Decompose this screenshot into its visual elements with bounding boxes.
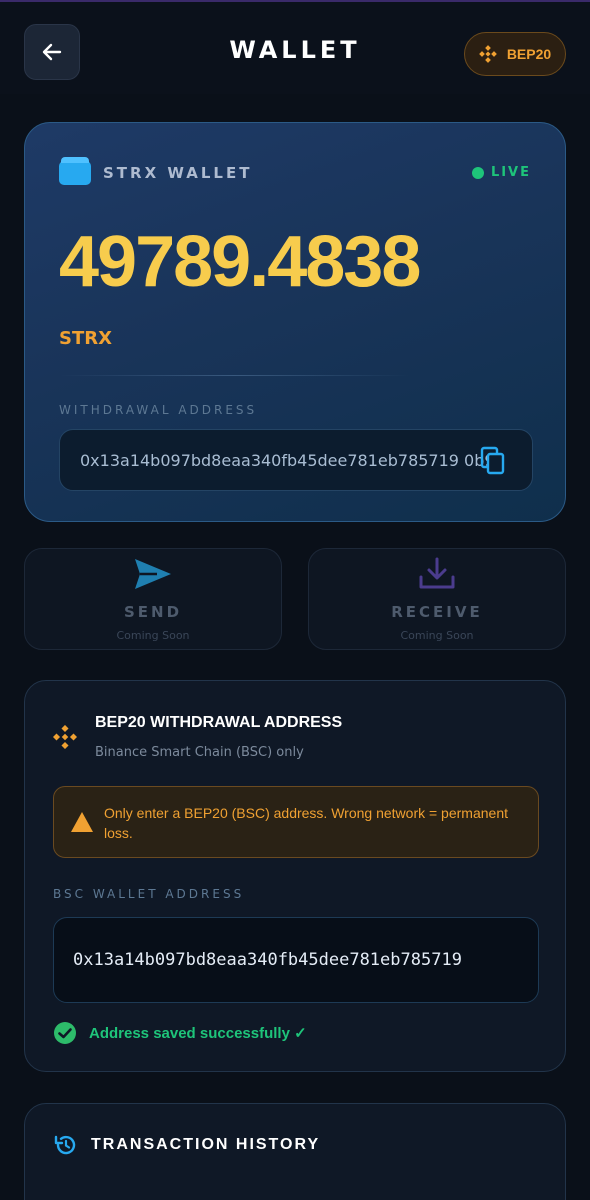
copy-icon[interactable]: [480, 446, 506, 476]
bsc-address-input[interactable]: 0x13a14b097bd8eaa340fb45dee781eb785719: [53, 917, 539, 1003]
history-icon: [54, 1135, 76, 1155]
send-button[interactable]: SEND Coming Soon: [24, 548, 282, 650]
bep20-subtitle: Binance Smart Chain (BSC) only: [95, 745, 304, 760]
warning-icon: [71, 812, 93, 832]
live-status: LIVE: [471, 165, 531, 180]
receive-coming-soon: Coming Soon: [400, 629, 474, 642]
card-divider: [59, 375, 409, 376]
bnb-icon: [53, 725, 77, 749]
transaction-history-section: TRANSACTION HISTORY: [24, 1103, 566, 1200]
send-label: SEND: [123, 603, 183, 621]
download-icon: [419, 557, 455, 589]
receive-button[interactable]: RECEIVE Coming Soon: [308, 548, 566, 650]
save-success-text: Address saved successfully ✓: [89, 1025, 307, 1042]
send-icon: [135, 559, 171, 589]
bep20-withdrawal-section: BEP20 WITHDRAWAL ADDRESS Binance Smart C…: [24, 680, 566, 1072]
check-circle-icon: [54, 1022, 76, 1044]
bsc-address-label: BSC WALLET ADDRESS: [53, 887, 245, 901]
wallet-name: STRX WALLET: [103, 164, 253, 182]
save-success-message: Address saved successfully ✓: [53, 1021, 307, 1045]
withdrawal-address-box: 0x13a14b097bd8eaa340fb45dee781eb785719 0…: [59, 429, 533, 491]
bep20-title: BEP20 WITHDRAWAL ADDRESS: [95, 714, 343, 731]
live-label: LIVE: [490, 165, 531, 180]
network-badge-label: BEP20: [506, 46, 552, 62]
wallet-card: STRX WALLET LIVE 49789.4838 STRX WITHDRA…: [24, 122, 566, 522]
withdrawal-address: 0x13a14b097bd8eaa340fb45dee781eb785719 0…: [80, 451, 505, 470]
receive-label: RECEIVE: [391, 603, 483, 621]
wallet-balance: 49789.4838: [59, 222, 421, 302]
live-dot-icon: [471, 166, 484, 179]
send-coming-soon: Coming Soon: [116, 629, 190, 642]
app-header: WALLET BEP20: [0, 2, 590, 94]
transaction-history-title: TRANSACTION HISTORY: [91, 1136, 321, 1153]
network-warning: Only enter a BEP20 (BSC) address. Wrong …: [53, 786, 539, 858]
withdrawal-address-label: WITHDRAWAL ADDRESS: [59, 403, 258, 417]
wallet-icon: [59, 157, 91, 185]
warning-text: Only enter a BEP20 (BSC) address. Wrong …: [104, 805, 508, 841]
wallet-currency: STRX: [59, 328, 112, 349]
network-badge[interactable]: BEP20: [464, 32, 566, 76]
bnb-icon: [478, 45, 497, 63]
